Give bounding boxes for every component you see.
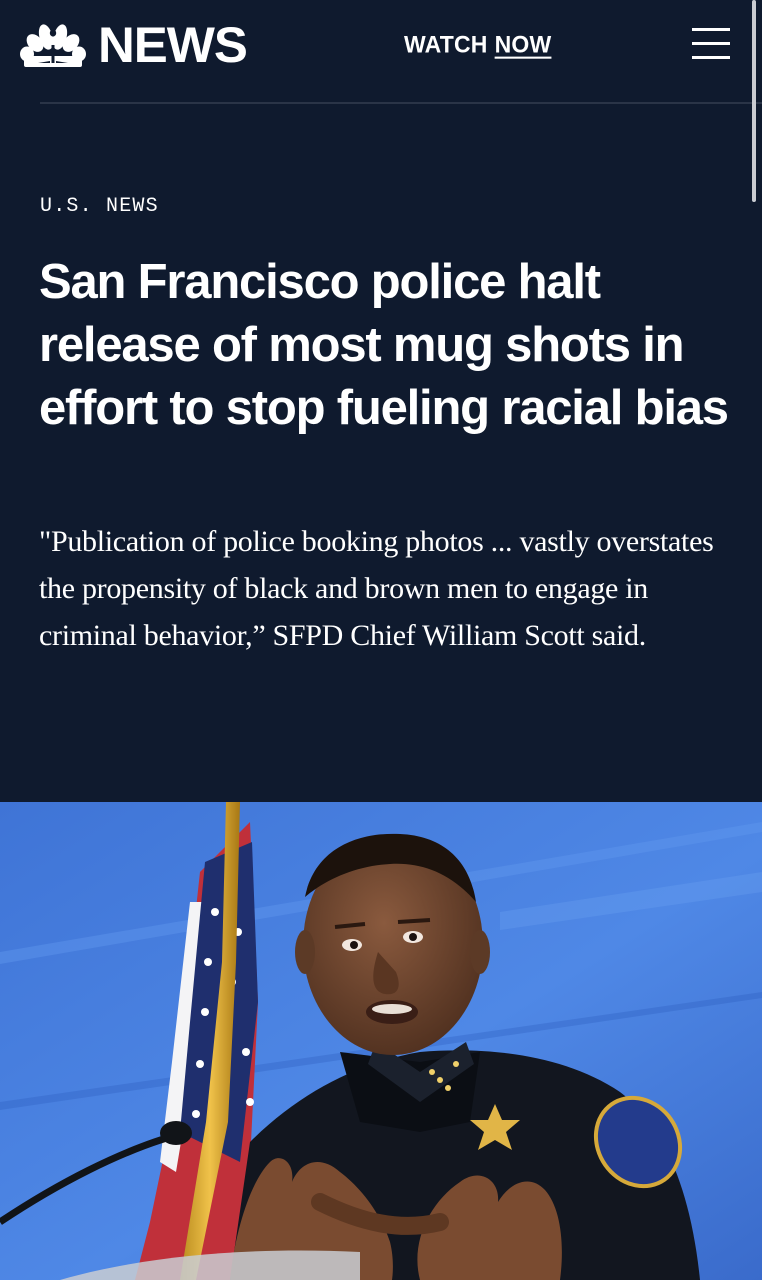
article-dek: "Publication of police booking photos ..… [39, 525, 714, 652]
section-label[interactable]: U.S. NEWS [40, 195, 159, 219]
article-headline: San Francisco police halt release of mos… [39, 255, 729, 435]
article-photo [0, 802, 762, 1280]
header-divider [40, 102, 762, 104]
scrollbar[interactable] [752, 0, 756, 202]
watch-label: WATCH [404, 30, 488, 58]
logo-text: NEWS [98, 17, 248, 73]
now-label: NOW [494, 30, 552, 58]
site-header: NEWS WATCH NOW [0, 0, 762, 104]
menu-bar [692, 42, 730, 45]
hamburger-menu-icon[interactable] [692, 28, 730, 60]
menu-bar [692, 56, 730, 59]
nbc-peacock-icon [20, 24, 86, 67]
watch-now-link[interactable]: WATCH NOW [404, 28, 551, 60]
menu-bar [692, 28, 730, 31]
nbc-news-logo[interactable]: NEWS [20, 17, 248, 73]
